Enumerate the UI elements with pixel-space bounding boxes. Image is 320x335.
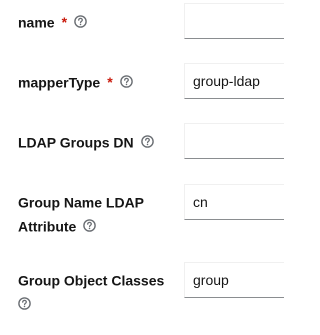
field-label-mapper-type: mapperType * xyxy=(18,69,133,94)
help-circle-icon[interactable] xyxy=(18,296,31,310)
help-circle-icon[interactable] xyxy=(140,134,154,148)
field-label-group-name-ldap-attribute: Group Name LDAP xyxy=(18,194,145,211)
required-marker: * xyxy=(107,74,113,91)
ldap-mapper-form: name* mapperType* LDAP Groups DN Group N… xyxy=(0,0,284,335)
field-label-group-object-classes: Group Object Classes xyxy=(18,272,165,289)
mapper-type-input[interactable] xyxy=(184,63,284,99)
help-circle-icon[interactable] xyxy=(74,14,87,28)
name-input[interactable] xyxy=(184,3,284,39)
field-label-name: name * xyxy=(18,9,87,34)
group-object-classes-input[interactable] xyxy=(184,262,284,298)
field-label-group-name-ldap-attribute-line2: Attribute xyxy=(18,213,97,238)
help-circle-icon[interactable] xyxy=(83,218,97,232)
ldap-groups-dn-input[interactable] xyxy=(184,123,284,159)
group-name-ldap-attribute-input[interactable] xyxy=(184,184,284,220)
required-marker: * xyxy=(61,14,68,31)
help-circle-icon[interactable] xyxy=(119,74,133,88)
field-label-group-object-classes-help-line xyxy=(18,291,31,315)
field-label-ldap-groups-dn: LDAP Groups DN xyxy=(18,129,154,154)
